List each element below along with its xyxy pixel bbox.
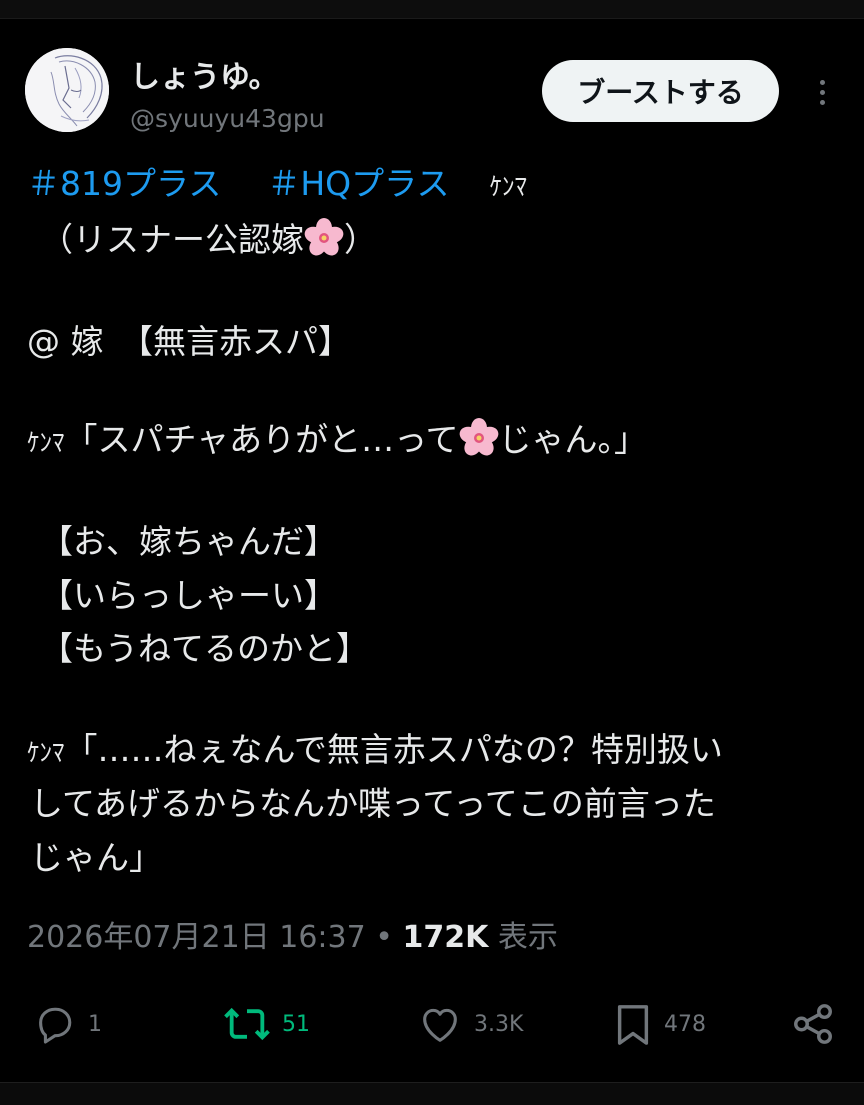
more-icon[interactable] [808,76,836,108]
post-text: じゃん。」 [498,420,648,459]
timestamp[interactable]: 2026年07月21日 16:37 [27,920,366,955]
like-button[interactable]: 3.3K [416,1000,523,1048]
meta-separator: • [375,920,393,955]
share-icon [790,1001,836,1047]
top-edge [0,0,864,19]
post-line-hashtags: ＃819プラス ＃HQプラス ｹﾝﾏ [27,162,527,209]
retweet-button[interactable]: 51 [222,1000,310,1048]
bottom-edge [0,1082,864,1105]
author-handle[interactable]: @syuuyu43gpu [130,104,325,133]
bookmark-icon [612,1001,654,1047]
bookmark-count: 478 [664,1011,706,1037]
post-line-10: じゃん」 [30,838,162,877]
name-tag: ｹﾝﾏ [27,428,65,457]
hashtag-hq[interactable]: ＃HQプラス [267,164,449,203]
post-text: 「スパチャありがと…って [64,420,459,459]
reply-count: 1 [88,1011,102,1037]
reply-button[interactable]: 1 [32,1000,102,1048]
post-line-9: してあげるからなんか喋ってってこの前言った [30,784,716,823]
more-dot [819,89,825,95]
views-label: 表示 [497,920,558,955]
reply-icon [32,1001,78,1047]
more-dot [819,79,825,85]
retweet-count: 51 [282,1011,310,1037]
views-count: 172K [402,920,489,955]
post-text: 「……ねぇなんで無言赤スパなの？特別扱い [64,730,723,769]
boost-button[interactable]: ブーストする [542,60,779,122]
hashtag-819[interactable]: ＃819プラス [27,164,221,203]
avatar[interactable] [25,48,109,132]
name-tag: ｹﾝﾏ [489,172,527,201]
like-count: 3.3K [474,1011,524,1037]
post-text: （リスナー公認嫁 [40,220,304,259]
cherry-blossom-emoji [459,418,499,458]
post-line-2: （リスナー公認嫁 ） [40,218,377,262]
share-button[interactable] [790,1000,836,1048]
retweet-icon [222,1001,272,1047]
post-line-5: 【お、嫁ちゃんだ】 [40,522,337,561]
author-display-name[interactable]: しょうゆ。 [130,52,279,96]
like-icon [416,1001,464,1047]
cherry-blossom-emoji [304,218,344,258]
name-tag: ｹﾝﾏ [27,738,65,767]
more-dot [819,99,825,105]
post-line-3: @ 嫁 【無言赤スパ】 [27,322,351,361]
post-line-4: ｹﾝﾏ「スパチャありがと…って じゃん。」 [27,418,647,465]
post-line-8: ｹﾝﾏ「……ねぇなんで無言赤スパなの？特別扱い [27,728,723,775]
post-text: ） [344,220,377,259]
post-line-7: 【もうねてるのかと】 [40,629,370,668]
post-line-6: 【いらっしゃーい】 [40,576,337,615]
bookmark-button[interactable]: 478 [612,1000,706,1048]
post-meta: 2026年07月21日 16:37 • 172K 表示 [27,916,558,960]
